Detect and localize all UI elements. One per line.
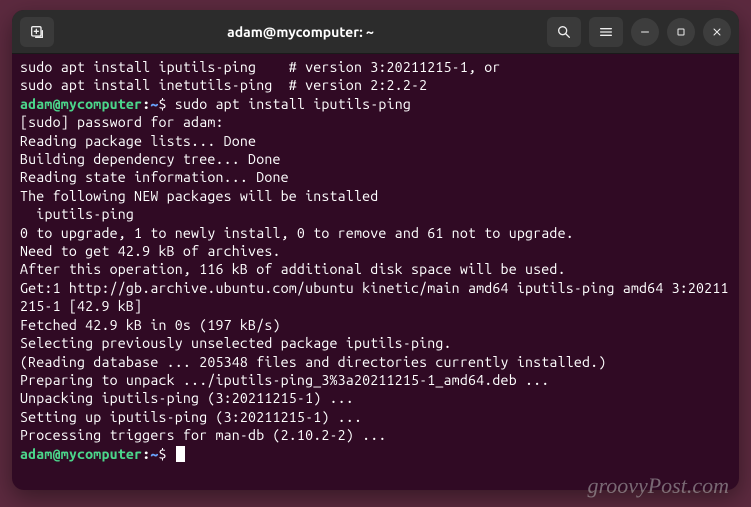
menu-button[interactable] bbox=[589, 17, 623, 47]
close-icon bbox=[711, 26, 723, 38]
hamburger-icon bbox=[598, 24, 614, 40]
terminal-output[interactable]: sudo apt install iputils-ping # version … bbox=[12, 54, 739, 490]
window-title: adam@mycomputer: ~ bbox=[60, 24, 541, 40]
terminal-line: Fetched 42.9 kB in 0s (197 kB/s) bbox=[20, 316, 731, 334]
terminal-line: The following NEW packages will be insta… bbox=[20, 187, 731, 205]
terminal-line: Preparing to unpack .../iputils-ping_3%3… bbox=[20, 371, 731, 389]
terminal-line: Processing triggers for man-db (2.10.2-2… bbox=[20, 426, 731, 444]
terminal-window: adam@mycomputer: ~ sudo apt install iput… bbox=[12, 10, 739, 490]
titlebar: adam@mycomputer: ~ bbox=[12, 10, 739, 54]
terminal-line: (Reading database ... 205348 files and d… bbox=[20, 353, 731, 371]
cursor bbox=[176, 446, 185, 462]
terminal-line: adam@mycomputer:~$ sudo apt install iput… bbox=[20, 95, 731, 113]
terminal-line: Unpacking iputils-ping (3:20211215-1) ..… bbox=[20, 389, 731, 407]
terminal-line: Selecting previously unselected package … bbox=[20, 334, 731, 352]
terminal-line: iputils-ping bbox=[20, 205, 731, 223]
terminal-line: [sudo] password for adam: bbox=[20, 113, 731, 131]
maximize-button[interactable] bbox=[667, 18, 695, 46]
terminal-line: Building dependency tree... Done bbox=[20, 150, 731, 168]
terminal-line: Get:1 http://gb.archive.ubuntu.com/ubunt… bbox=[20, 279, 731, 316]
terminal-line: Reading package lists... Done bbox=[20, 132, 731, 150]
minimize-button[interactable] bbox=[631, 18, 659, 46]
search-button[interactable] bbox=[547, 17, 581, 47]
terminal-line: sudo apt install iputils-ping # version … bbox=[20, 58, 731, 76]
terminal-line: sudo apt install inetutils-ping # versio… bbox=[20, 76, 731, 94]
terminal-line: Need to get 42.9 kB of archives. bbox=[20, 242, 731, 260]
terminal-line: After this operation, 116 kB of addition… bbox=[20, 260, 731, 278]
new-tab-button[interactable] bbox=[20, 17, 54, 47]
new-tab-icon bbox=[29, 24, 45, 40]
search-icon bbox=[556, 24, 572, 40]
minimize-icon bbox=[639, 26, 651, 38]
maximize-icon bbox=[675, 26, 687, 38]
terminal-line: Setting up iputils-ping (3:20211215-1) .… bbox=[20, 408, 731, 426]
close-button[interactable] bbox=[703, 18, 731, 46]
terminal-line: adam@mycomputer:~$ bbox=[20, 445, 731, 463]
terminal-line: Reading state information... Done bbox=[20, 168, 731, 186]
terminal-line: 0 to upgrade, 1 to newly install, 0 to r… bbox=[20, 224, 731, 242]
